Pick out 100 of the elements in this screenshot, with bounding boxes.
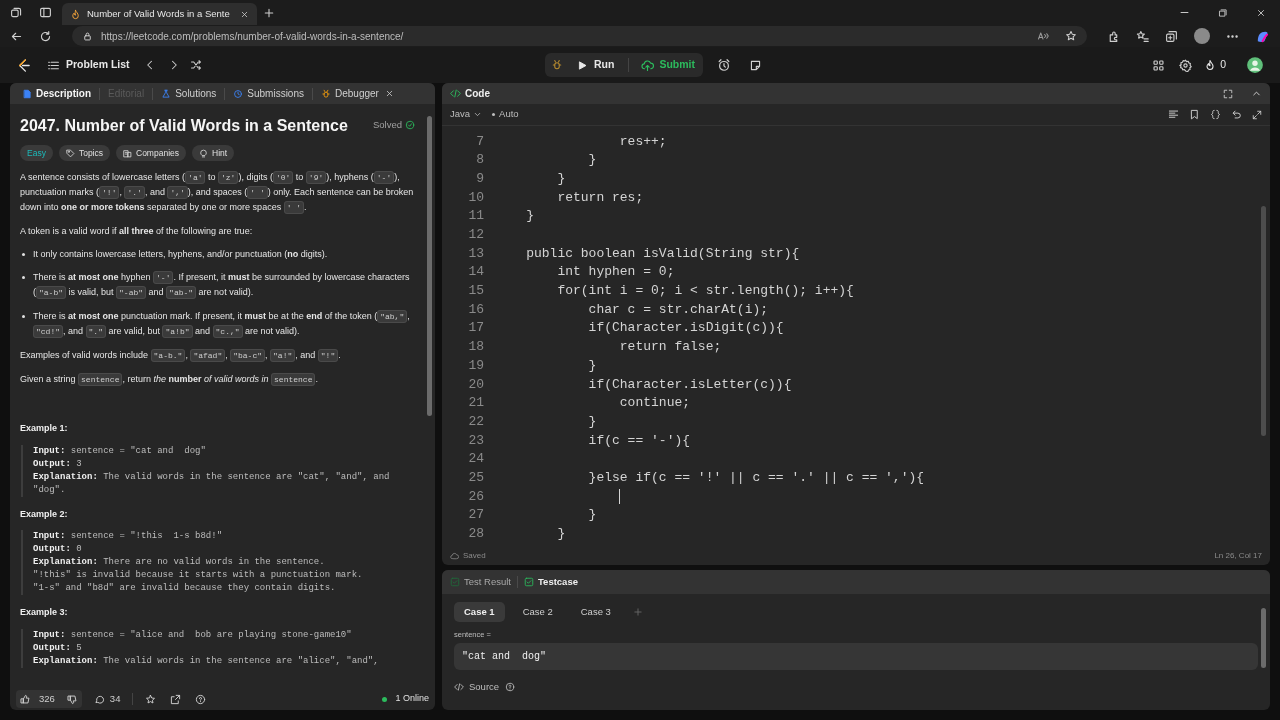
line-number: 21 xyxy=(467,394,484,413)
input-field[interactable]: "cat and dog" xyxy=(454,643,1258,671)
line-number: 16 xyxy=(467,300,484,319)
check-square-icon xyxy=(450,577,460,587)
difficulty-tag[interactable]: Easy xyxy=(20,145,53,161)
expand-icon[interactable] xyxy=(1252,109,1262,120)
tag-button[interactable]: Companies xyxy=(116,145,186,161)
line-number: 7 xyxy=(475,132,484,151)
scrollbar-thumb[interactable] xyxy=(427,116,432,416)
star-icon[interactable] xyxy=(1065,30,1077,42)
panel-title: Code xyxy=(465,87,490,101)
refresh-icon[interactable] xyxy=(39,29,52,43)
panel-tab[interactable]: Solutions xyxy=(155,83,223,104)
bookmark-icon[interactable] xyxy=(1189,109,1200,120)
alarm-clock-icon[interactable] xyxy=(717,58,731,72)
panel-tab[interactable]: Debugger xyxy=(315,83,385,104)
line-number: 11 xyxy=(467,207,484,226)
streak-counter[interactable]: 0 xyxy=(1204,57,1226,73)
line-number: 25 xyxy=(467,468,484,487)
panel-tab[interactable]: Submissions xyxy=(227,83,310,104)
scrollbar-thumb[interactable] xyxy=(1261,608,1266,668)
close-icon[interactable] xyxy=(1256,7,1266,18)
avatar-icon[interactable] xyxy=(1246,56,1264,74)
format-icon[interactable] xyxy=(1168,109,1179,120)
line-number: 28 xyxy=(467,525,484,544)
panel-tab[interactable]: Testcase xyxy=(524,574,578,590)
like-button[interactable]: 326 xyxy=(16,690,82,708)
url-text: https://leetcode.com/problems/number-of-valid-words-in-a-sentence/ xyxy=(101,29,405,44)
case-tab[interactable]: Case 1 xyxy=(454,602,505,622)
new-tab-icon[interactable] xyxy=(262,6,275,19)
run-button[interactable]: Run xyxy=(569,55,623,75)
bullet-text: It only contains lowercase letters, hyphens, and/or punctuation (no digits). xyxy=(33,248,328,261)
example-line: Explanation: There are no valid words in the sentence. "!this" is invalid because it starts with a punctuation mark. "1-s" and "b8d" are invalid because they contain digits. xyxy=(33,556,364,595)
workspaces-icon[interactable] xyxy=(10,6,23,19)
read-aloud-icon[interactable] xyxy=(1037,30,1049,42)
code-line: continue; xyxy=(618,394,691,413)
bullet-text: There is at most one hyphen '-' . If present, it must be surrounded by lowercase characters ( "a-b" is valid, but "-ab" and "ab-" are not valid). xyxy=(33,270,411,300)
building-icon xyxy=(123,148,132,158)
restore-icon[interactable] xyxy=(1218,7,1228,18)
problem-list-link[interactable]: Problem List xyxy=(66,57,130,73)
cursor-position: Ln 26, Col 17 xyxy=(1214,550,1262,562)
line-number: 27 xyxy=(467,506,484,525)
comment-icon xyxy=(93,693,105,705)
help-icon[interactable] xyxy=(505,682,516,693)
code-line: } xyxy=(587,356,597,375)
panel-tab[interactable]: Description xyxy=(16,83,97,104)
braces-icon[interactable] xyxy=(1210,109,1221,120)
case-tab[interactable]: Case 3 xyxy=(570,602,621,622)
maximize-icon[interactable] xyxy=(1223,88,1233,99)
auto-mode-toggle[interactable]: Auto xyxy=(492,107,519,122)
example-line: Input: sentence = "alice and bob are playing stone-game10" xyxy=(33,628,353,642)
example-line: Input: sentence = "!this 1-s b8d!" xyxy=(33,530,224,543)
extensions-icon[interactable] xyxy=(1107,29,1120,43)
layout-grid-icon[interactable] xyxy=(1152,58,1166,72)
note-icon[interactable] xyxy=(749,58,762,72)
comments-button[interactable]: 34 xyxy=(93,691,121,707)
code-line: } xyxy=(587,506,597,525)
close-icon[interactable] xyxy=(239,9,249,19)
tab-actions-icon[interactable] xyxy=(39,6,52,19)
code-line: }else if(c == '!' || c == '.' || c == ','){ xyxy=(587,468,925,487)
flask-icon xyxy=(161,88,172,99)
favorites-icon[interactable] xyxy=(1136,29,1149,43)
scrollbar-thumb[interactable] xyxy=(1261,206,1266,436)
example-line: Output: 5 xyxy=(33,641,83,655)
line-number: 9 xyxy=(475,169,484,188)
address-field[interactable]: https://leetcode.com/problems/number-of-valid-words-in-a-sentence/ xyxy=(72,26,1087,46)
case-tab[interactable]: Case 2 xyxy=(512,602,563,622)
tag-button[interactable]: Hint xyxy=(192,145,235,161)
star-icon[interactable] xyxy=(145,693,157,705)
bug-icon[interactable] xyxy=(551,59,563,71)
cloud-upload-icon xyxy=(641,58,655,72)
share-icon[interactable] xyxy=(170,693,182,705)
line-number: 22 xyxy=(467,412,484,431)
line-number: 14 xyxy=(467,263,484,282)
undo-icon[interactable] xyxy=(1231,109,1242,120)
close-icon[interactable] xyxy=(384,89,394,98)
example-line: Explanation: The valid words in the sentence are "alice", "and", xyxy=(33,654,380,668)
language-dropdown[interactable]: Java xyxy=(450,107,483,122)
panel-tab[interactable]: Test Result xyxy=(450,574,511,590)
example-heading: Example 2: xyxy=(20,507,69,521)
profile-avatar[interactable] xyxy=(1194,28,1210,44)
example-line: Explanation: The valid words in the sentence are "cat", "and", and "dog". xyxy=(33,470,391,497)
line-number: 19 xyxy=(467,356,484,375)
collections-icon[interactable] xyxy=(1165,29,1178,43)
browser-tab[interactable]: Number of Valid Words in a Sente xyxy=(62,3,257,25)
line-number: 15 xyxy=(467,282,484,301)
code-line: if(Character.isDigit(c)){ xyxy=(587,319,784,338)
shuffle-icon[interactable] xyxy=(189,59,202,71)
line-number: 17 xyxy=(467,319,484,338)
bullet-text: There is at most one punctuation mark. If present, it must be at the end of the token ( "ab," , "cd!" , and "." are valid, but "a!b" and "c.," are not valid). xyxy=(33,309,411,339)
code-line: } xyxy=(525,207,534,226)
source-button[interactable]: Source xyxy=(454,680,500,695)
submit-button[interactable]: Submit xyxy=(635,55,701,75)
tag-button[interactable]: Topics xyxy=(58,145,110,161)
thumbs-up-icon xyxy=(20,693,31,705)
help-icon[interactable] xyxy=(195,693,207,705)
settings-icon[interactable] xyxy=(1179,58,1193,72)
description-icon xyxy=(22,88,32,99)
history-icon xyxy=(233,88,244,99)
code-line: } xyxy=(556,525,566,544)
